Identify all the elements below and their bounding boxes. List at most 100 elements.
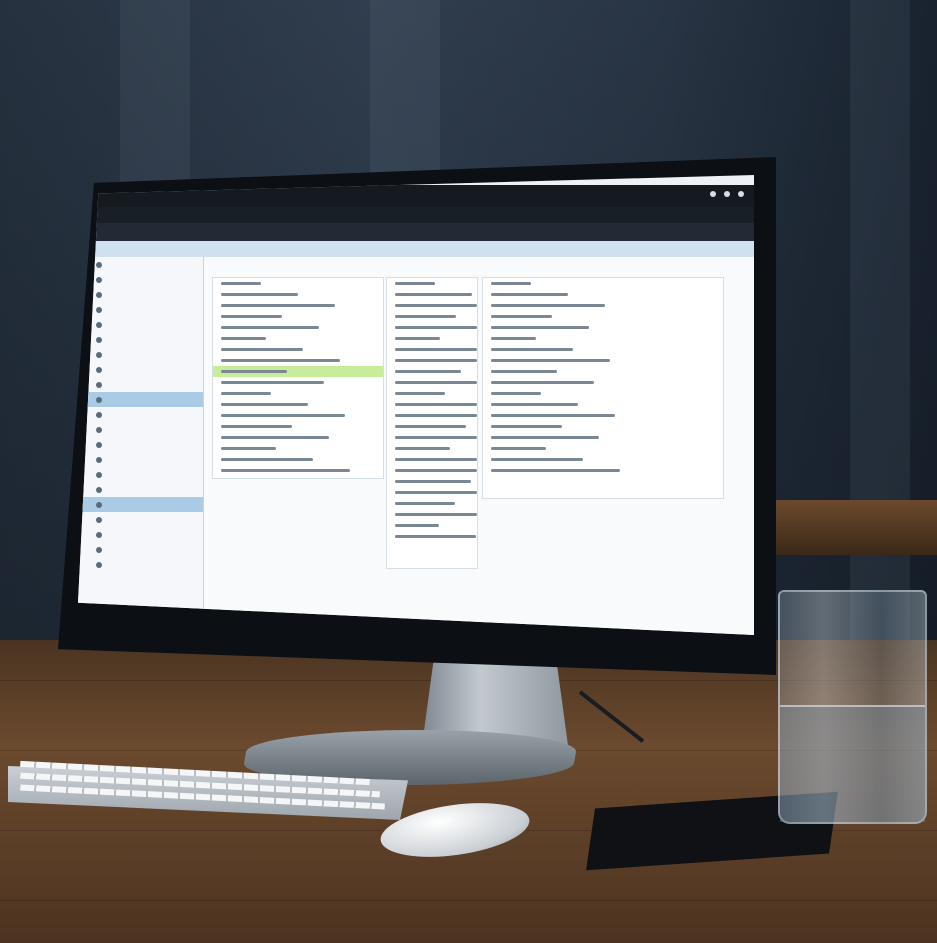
sidebar-item[interactable]	[78, 452, 203, 467]
list-item[interactable]	[213, 465, 383, 476]
list-item[interactable]	[387, 377, 477, 388]
toolbar[interactable]	[78, 223, 754, 241]
list-item[interactable]	[387, 311, 477, 322]
list-item[interactable]	[483, 355, 723, 366]
list-item[interactable]	[483, 300, 723, 311]
list-item[interactable]	[483, 443, 723, 454]
menu-bar[interactable]	[78, 207, 754, 223]
list-item[interactable]	[483, 311, 723, 322]
list-item[interactable]	[387, 465, 477, 476]
list-item[interactable]	[483, 289, 723, 300]
list-item[interactable]	[387, 520, 477, 531]
sidebar-item[interactable]	[78, 512, 203, 527]
list-item[interactable]	[483, 366, 723, 377]
list-item[interactable]	[483, 432, 723, 443]
list-item[interactable]	[387, 432, 477, 443]
list-item[interactable]	[213, 355, 383, 366]
list-item[interactable]	[387, 531, 477, 542]
list-item[interactable]	[483, 454, 723, 465]
list-item[interactable]	[387, 388, 477, 399]
sidebar-item[interactable]	[78, 377, 203, 392]
list-item[interactable]	[387, 333, 477, 344]
list-item[interactable]	[387, 476, 477, 487]
sidebar-item[interactable]	[78, 557, 203, 572]
list-item[interactable]	[213, 443, 383, 454]
list-item[interactable]	[387, 300, 477, 311]
sidebar-item[interactable]	[78, 272, 203, 287]
info-panel[interactable]	[482, 277, 724, 499]
sidebar-item[interactable]	[78, 422, 203, 437]
list-item-text	[395, 293, 472, 296]
list-item[interactable]	[483, 333, 723, 344]
list-item-text	[491, 403, 578, 406]
list-item-text	[395, 513, 477, 516]
list-item[interactable]	[213, 388, 383, 399]
sidebar-item[interactable]	[78, 527, 203, 542]
list-item[interactable]	[483, 399, 723, 410]
sidebar-item[interactable]	[78, 497, 203, 512]
list-item[interactable]	[213, 432, 383, 443]
monitor-screen[interactable]	[78, 175, 754, 635]
sidebar-item[interactable]	[78, 332, 203, 347]
list-item-text	[221, 359, 340, 362]
list-item[interactable]	[213, 289, 383, 300]
list-item[interactable]	[483, 322, 723, 333]
list-item[interactable]	[213, 344, 383, 355]
list-item[interactable]	[387, 399, 477, 410]
sidebar-item[interactable]	[78, 392, 203, 407]
sidebar-item[interactable]	[78, 437, 203, 452]
sidebar[interactable]	[78, 257, 204, 635]
list-item[interactable]	[213, 377, 383, 388]
list-item[interactable]	[387, 322, 477, 333]
sidebar-item[interactable]	[78, 347, 203, 362]
list-item[interactable]	[213, 421, 383, 432]
minimize-icon[interactable]	[710, 191, 716, 197]
sidebar-item[interactable]	[78, 482, 203, 497]
list-item[interactable]	[213, 399, 383, 410]
list-panel[interactable]	[212, 277, 384, 479]
list-item[interactable]	[483, 465, 723, 476]
sidebar-item[interactable]	[78, 467, 203, 482]
list-item[interactable]	[483, 410, 723, 421]
list-item[interactable]	[387, 410, 477, 421]
list-item[interactable]	[387, 289, 477, 300]
list-item-text	[395, 480, 471, 483]
folder-icon	[96, 351, 102, 358]
list-item[interactable]	[387, 278, 477, 289]
list-item[interactable]	[483, 278, 723, 289]
list-item[interactable]	[387, 509, 477, 520]
list-item[interactable]	[387, 443, 477, 454]
list-item[interactable]	[213, 311, 383, 322]
window-controls[interactable]	[710, 191, 744, 197]
sidebar-item[interactable]	[78, 287, 203, 302]
list-item-text	[395, 425, 466, 428]
list-item[interactable]	[483, 377, 723, 388]
tab-bar[interactable]	[78, 241, 754, 257]
sidebar-item[interactable]	[78, 542, 203, 557]
list-item[interactable]	[213, 300, 383, 311]
list-item[interactable]	[213, 322, 383, 333]
list-item[interactable]	[213, 333, 383, 344]
close-icon[interactable]	[738, 191, 744, 197]
sidebar-item[interactable]	[78, 407, 203, 422]
list-item[interactable]	[387, 355, 477, 366]
sidebar-item[interactable]	[78, 257, 203, 272]
list-item[interactable]	[387, 344, 477, 355]
list-item[interactable]	[213, 366, 383, 377]
list-item[interactable]	[213, 278, 383, 289]
detail-panel[interactable]	[386, 277, 478, 569]
sidebar-item[interactable]	[78, 362, 203, 377]
list-item[interactable]	[483, 388, 723, 399]
list-item[interactable]	[387, 366, 477, 377]
list-item[interactable]	[387, 487, 477, 498]
list-item[interactable]	[213, 454, 383, 465]
sidebar-item[interactable]	[78, 302, 203, 317]
list-item[interactable]	[213, 410, 383, 421]
list-item[interactable]	[483, 421, 723, 432]
maximize-icon[interactable]	[724, 191, 730, 197]
list-item[interactable]	[387, 421, 477, 432]
list-item[interactable]	[387, 454, 477, 465]
sidebar-item[interactable]	[78, 317, 203, 332]
list-item[interactable]	[483, 344, 723, 355]
list-item[interactable]	[387, 498, 477, 509]
